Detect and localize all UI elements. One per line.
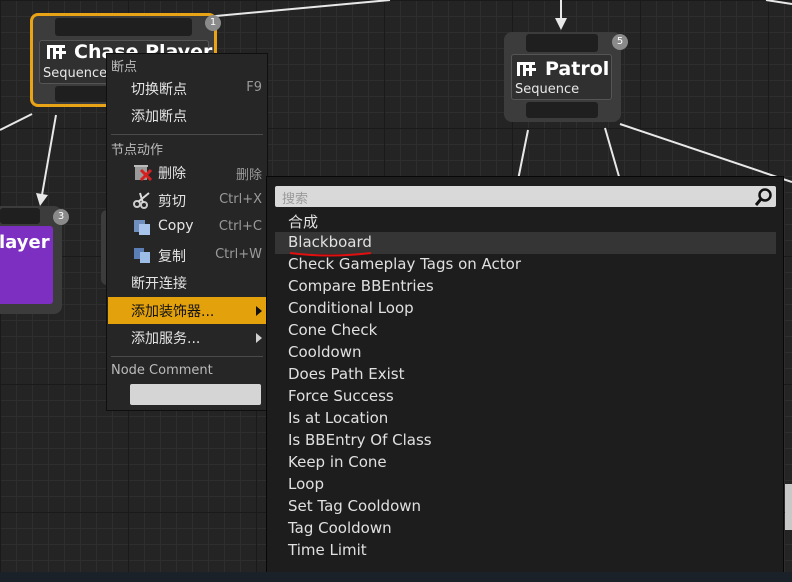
section-header-node-comment: Node Comment: [111, 363, 213, 378]
decorator-item[interactable]: Force Success: [275, 386, 776, 408]
decorator-item-label: Is at Location: [288, 409, 389, 427]
decorator-item-label: Blackboard: [288, 233, 372, 251]
submenu-arrow-icon: [256, 333, 262, 343]
node-context-menu: 断点 切换断点 F9 添加断点 节点动作 删除 删除 剪切 Ctrl+X Cop…: [106, 53, 268, 411]
decorator-item[interactable]: 合成: [275, 210, 776, 232]
decorator-item-label: 合成: [288, 213, 319, 231]
decorator-item[interactable]: Conditional Loop: [275, 298, 776, 320]
menu-item-shortcut: Ctrl+X: [219, 192, 262, 207]
menu-item-cut[interactable]: 剪切 Ctrl+X: [108, 187, 266, 214]
scissors-icon: [133, 192, 150, 209]
decorator-item[interactable]: Keep in Cone: [275, 452, 776, 474]
menu-item-delete[interactable]: 删除 删除: [108, 159, 266, 186]
decorator-item[interactable]: Tag Cooldown: [275, 518, 776, 540]
node-input-pin[interactable]: [55, 18, 192, 36]
node-title: layer: [0, 232, 50, 253]
decorator-item-label: Compare BBEntries: [288, 277, 434, 295]
node-comment-input[interactable]: [130, 384, 261, 405]
decorator-item-highlighted[interactable]: Blackboard: [275, 232, 776, 257]
decorator-item[interactable]: Is BBEntry Of Class: [275, 430, 776, 452]
menu-item-add-decorator[interactable]: 添加装饰器...: [108, 297, 266, 324]
menu-item-toggle-breakpoint[interactable]: 切换断点 F9: [108, 75, 266, 102]
decorator-item[interactable]: Compare BBEntries: [275, 276, 776, 298]
decorator-item-label: Force Success: [288, 387, 394, 405]
execution-index-badge: 5: [612, 34, 628, 50]
search-input[interactable]: 搜索: [275, 186, 776, 207]
decorator-item-label: Does Path Exist: [288, 365, 405, 383]
menu-item-shortcut: 删除: [235, 168, 262, 183]
search-icon: [755, 188, 772, 206]
decorator-item[interactable]: Check Gameplay Tags on Actor: [275, 254, 776, 276]
menu-item-shortcut: F9: [246, 80, 262, 95]
menu-item-duplicate[interactable]: 复制 Ctrl+W: [108, 242, 266, 269]
menu-item-add-breakpoint[interactable]: 添加断点: [108, 102, 266, 129]
menu-item-label: 删除: [158, 166, 186, 182]
menu-item-label: 添加装饰器...: [131, 304, 215, 320]
decorator-item[interactable]: Time Limit: [275, 540, 776, 562]
menu-separator: [111, 356, 263, 357]
duplicate-icon: [134, 248, 150, 263]
menu-item-label: 切换断点: [131, 82, 187, 98]
decorator-item[interactable]: Cooldown: [275, 342, 776, 364]
menu-item-label: 复制: [158, 249, 186, 265]
menu-item-copy[interactable]: Copy Ctrl+C: [108, 214, 266, 241]
node-input-pin[interactable]: [526, 34, 598, 52]
menu-item-label: 添加断点: [131, 109, 187, 125]
menu-item-label: 断开连接: [131, 276, 187, 292]
sequence-icon: [47, 45, 66, 59]
partial-panel-edge: [785, 484, 792, 530]
execution-index-badge: 3: [53, 209, 69, 225]
decorator-item-label: Keep in Cone: [288, 453, 387, 471]
decorator-item-label: Cooldown: [288, 343, 362, 361]
decorator-item-label: Cone Check: [288, 321, 378, 339]
menu-item-label: Copy: [158, 218, 194, 234]
decorator-item-label: Is BBEntry Of Class: [288, 431, 432, 449]
menu-item-shortcut: Ctrl+C: [218, 219, 262, 234]
copy-icon: [134, 220, 150, 235]
node-input-pin[interactable]: [0, 208, 40, 224]
decorator-item-label: Check Gameplay Tags on Actor: [288, 255, 521, 273]
menu-item-shortcut: Ctrl+W: [215, 247, 262, 262]
node-output-pin[interactable]: [526, 102, 598, 118]
decorator-item[interactable]: Set Tag Cooldown: [275, 496, 776, 518]
node-title: Patrol: [545, 58, 610, 80]
bottom-bar: [0, 572, 792, 582]
decorator-item[interactable]: Does Path Exist: [275, 364, 776, 386]
node-type-label: Sequence: [515, 82, 580, 97]
menu-separator: [111, 134, 263, 135]
patrol-node[interactable]: Patrol Sequence: [504, 32, 621, 122]
decorator-item[interactable]: Is at Location: [275, 408, 776, 430]
decorator-item[interactable]: Loop: [275, 474, 776, 496]
chase-child-node[interactable]: layer: [0, 206, 62, 314]
menu-item-label: 添加服务...: [131, 331, 201, 347]
menu-item-break-links[interactable]: 断开连接: [108, 269, 266, 296]
section-header-node-actions: 节点动作: [111, 143, 164, 158]
decorator-item[interactable]: Cone Check: [275, 320, 776, 342]
execution-index-badge: 1: [205, 15, 221, 31]
delete-icon: [134, 165, 152, 181]
submenu-arrow-icon: [256, 306, 262, 316]
node-type-label: Sequence: [43, 66, 108, 81]
decorator-item-label: Loop: [288, 475, 324, 493]
menu-item-label: 剪切: [158, 194, 186, 210]
search-placeholder: 搜索: [282, 192, 309, 207]
decorator-item-label: Set Tag Cooldown: [288, 497, 422, 515]
decorator-item-label: Tag Cooldown: [288, 519, 392, 537]
decorator-item-label: Time Limit: [288, 541, 367, 559]
section-header-breakpoints: 断点: [111, 60, 138, 75]
sequence-icon: [517, 62, 536, 76]
menu-item-add-service[interactable]: 添加服务...: [108, 324, 266, 351]
decorator-submenu: 搜索 合成 Blackboard Check Gameplay Tags on …: [266, 176, 784, 574]
decorator-item-label: Conditional Loop: [288, 299, 414, 317]
